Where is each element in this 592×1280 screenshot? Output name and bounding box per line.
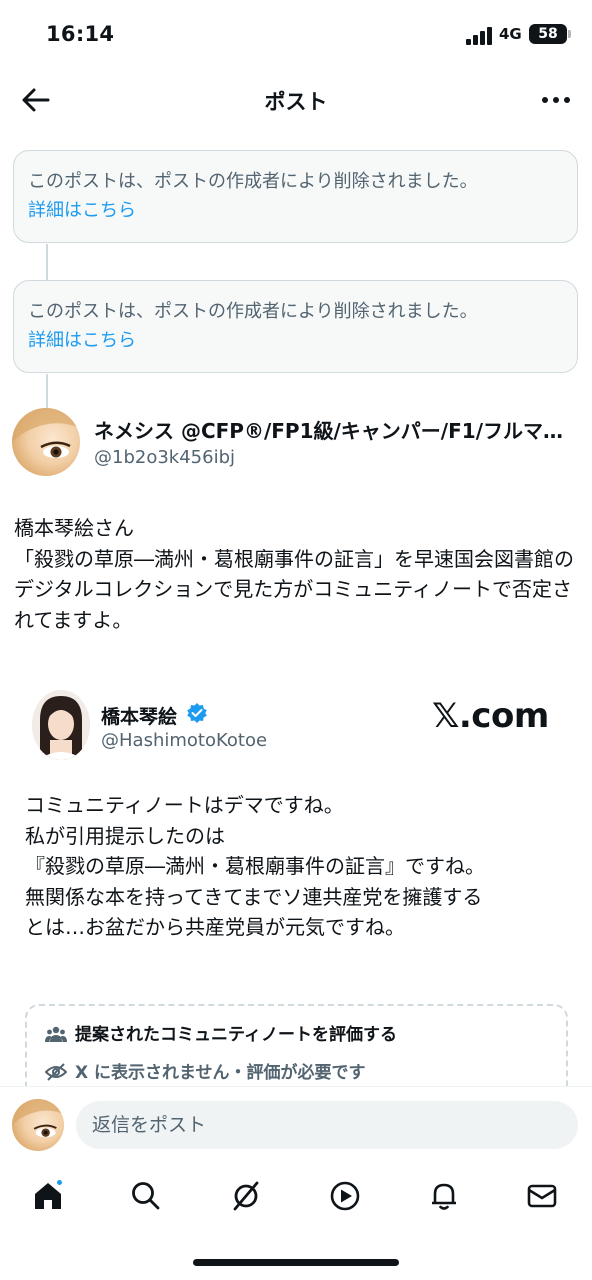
status-bar: 16:14 4G 58 xyxy=(0,0,592,70)
avatar-image xyxy=(12,1099,64,1138)
post-text: 橋本琴絵さん 「殺戮の草原―満州・葛根廟事件の証言」を早速国会図書館のデジタルコ… xyxy=(14,516,574,632)
tab-home[interactable] xyxy=(28,1176,68,1216)
mail-icon xyxy=(527,1184,557,1208)
x-com-logo: 𝕏.com xyxy=(432,696,549,736)
reply-bar: 返信をポスト xyxy=(0,1086,592,1162)
author-handle[interactable]: @1b2o3k456ibj xyxy=(94,447,235,468)
notes-status-row: X に表示されません・評価が必要です xyxy=(45,1058,366,1083)
network-type: 4G xyxy=(499,25,522,43)
tab-video[interactable] xyxy=(325,1176,365,1216)
tab-messages[interactable] xyxy=(522,1176,562,1216)
tab-search[interactable] xyxy=(126,1176,166,1216)
people-icon xyxy=(45,1026,67,1042)
reply-input[interactable]: 返信をポスト xyxy=(76,1101,578,1149)
deleted-notice: このポストは、ポストの作成者により削除されました。 xyxy=(28,171,478,192)
hidden-eye-icon xyxy=(45,1063,67,1081)
page-title: ポスト xyxy=(264,90,328,114)
signal-icon xyxy=(466,27,494,45)
notes-title-row: 提案されたコミュニティノートを評価する xyxy=(45,1020,397,1045)
author-name[interactable]: ネメシス @CFP®/FP1級/キャンパー/F1/フルマ… xyxy=(94,415,584,444)
home-indicator xyxy=(193,1259,399,1266)
embedded-avatar xyxy=(32,690,90,760)
status-time: 16:14 xyxy=(46,22,115,46)
user-avatar xyxy=(12,1099,64,1151)
notification-dot xyxy=(55,1178,64,1187)
bell-icon xyxy=(432,1183,456,1210)
notes-status: X に表示されません・評価が必要です xyxy=(75,1063,366,1083)
embedded-name: 橋本琴絵 xyxy=(101,706,178,728)
deleted-post-card[interactable]: このポストは、ポストの作成者により削除されました。 詳細はこちら xyxy=(13,150,578,243)
verified-badge-icon xyxy=(187,703,207,723)
more-options-button[interactable] xyxy=(538,84,574,116)
grok-icon xyxy=(233,1181,259,1211)
thread-line xyxy=(46,244,48,280)
thread-line xyxy=(46,374,48,408)
avatar-image xyxy=(32,690,90,760)
details-link[interactable]: 詳細はこちら xyxy=(28,196,563,225)
tab-notifications[interactable] xyxy=(424,1176,464,1216)
avatar-image xyxy=(12,408,80,458)
top-nav: ポスト xyxy=(0,70,592,132)
search-icon xyxy=(132,1182,160,1210)
details-link[interactable]: 詳細はこちら xyxy=(28,326,563,355)
deleted-notice: このポストは、ポストの作成者により削除されました。 xyxy=(28,301,478,322)
tab-grok[interactable] xyxy=(226,1176,266,1216)
attached-image[interactable]: 橋本琴絵 @HashimotoKotoe 𝕏.com コミュニティノートはデマで… xyxy=(0,680,592,1104)
deleted-post-card[interactable]: このポストは、ポストの作成者により削除されました。 詳細はこちら xyxy=(13,280,578,373)
embedded-text: コミュニティノートはデマですね。 私が引用提示したのは 『殺戮の草原―満州・葛根… xyxy=(25,793,485,939)
battery-icon: 58 xyxy=(529,24,571,44)
bottom-tab-bar xyxy=(0,1162,592,1232)
notes-title: 提案されたコミュニティノートを評価する xyxy=(75,1025,397,1045)
embedded-handle: @HashimotoKotoe xyxy=(101,730,268,751)
author-avatar[interactable] xyxy=(12,408,80,476)
more-icon xyxy=(542,97,570,103)
video-icon xyxy=(330,1181,360,1211)
